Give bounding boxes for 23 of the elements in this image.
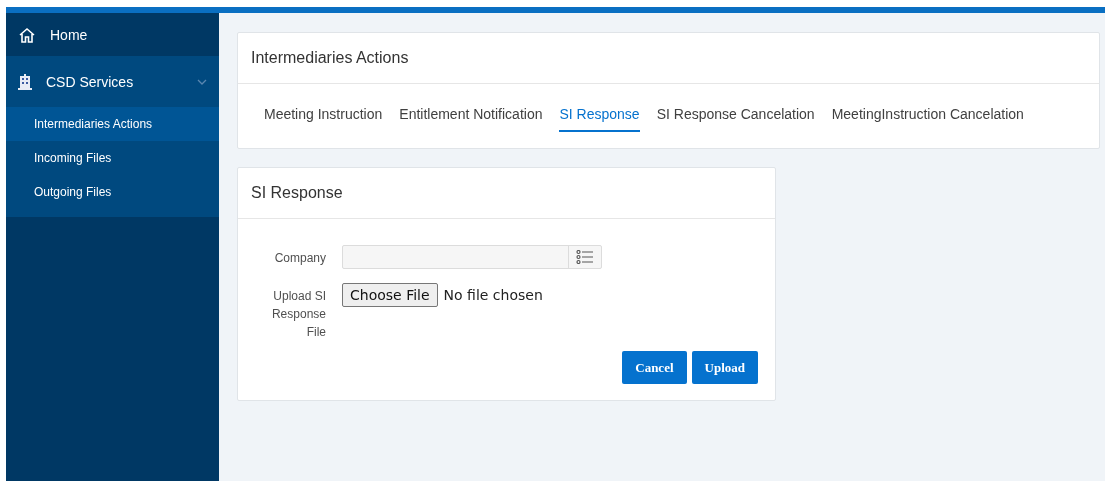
nav-subitem[interactable]: Incoming Files	[6, 141, 219, 175]
tab[interactable]: SI Response	[559, 106, 640, 132]
building-icon	[18, 73, 32, 90]
nav-subitem[interactable]: Intermediaries Actions	[6, 107, 219, 141]
choose-file-button[interactable]: Choose File	[342, 283, 438, 307]
home-icon	[18, 26, 36, 43]
action-button[interactable]: Upload	[691, 351, 758, 384]
company-field[interactable]	[342, 245, 602, 269]
card-title: Intermediaries Actions	[238, 33, 1099, 84]
tab[interactable]: Meeting Instruction	[264, 106, 383, 132]
tab[interactable]: SI Response Cancelation	[656, 106, 815, 132]
nav-item[interactable]: Home	[6, 13, 219, 56]
file-status: No file chosen	[443, 287, 543, 303]
list-icon[interactable]	[576, 250, 594, 264]
chevron-icon	[197, 78, 207, 85]
action-button[interactable]: Cancel	[622, 351, 687, 384]
field-label: Company	[273, 250, 326, 267]
field-label: Upload SI Response File	[270, 288, 326, 341]
card-title: SI Response	[238, 168, 775, 219]
nav-item[interactable]: CSD Services	[6, 56, 219, 107]
tab[interactable]: Entitlement Notification	[399, 106, 543, 132]
tab[interactable]: MeetingInstruction Cancelation	[831, 106, 1024, 132]
nav-subitem[interactable]: Outgoing Files	[6, 175, 219, 209]
